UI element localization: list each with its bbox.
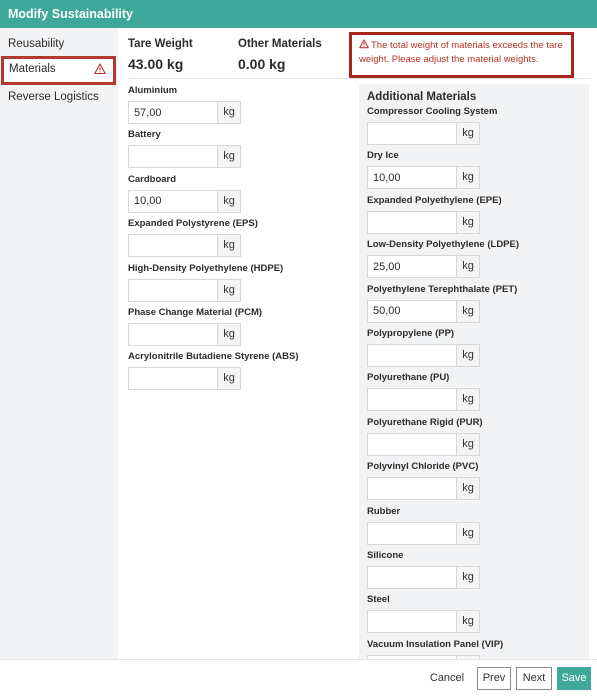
polyethylene-terephthalate-unit: kg	[457, 299, 480, 323]
polypropylene-input[interactable]	[367, 344, 457, 367]
steel-input[interactable]	[367, 610, 457, 634]
high-density-polyethylene-input[interactable]	[128, 278, 218, 302]
acrylonitrile-butadiene-styrene-unit: kg	[218, 367, 241, 391]
sidebar-item-label: Materials	[9, 63, 56, 75]
sidebar-item-reverse-logistics[interactable]: Reverse Logistics	[0, 84, 118, 110]
polyurethane-input[interactable]	[367, 388, 457, 412]
cancel-button[interactable]: Cancel	[425, 667, 469, 690]
weight-exceeded-alert: The total weight of materials exceeds th…	[349, 32, 574, 78]
compressor-cooling-system-unit: kg	[457, 122, 480, 145]
sidebar-item-label: Reverse Logistics	[8, 91, 99, 103]
compressor-cooling-system-input[interactable]	[367, 122, 457, 145]
cardboard-input[interactable]	[128, 189, 218, 213]
polyurethane-label: Polyurethane (PU)	[367, 372, 450, 384]
expanded-polystyrene-label: Expanded Polystyrene (EPS)	[128, 218, 258, 230]
phase-change-material-unit: kg	[218, 323, 241, 346]
low-density-polyethylene-label: Low-Density Polyethylene (LDPE)	[367, 239, 520, 251]
aluminium-unit: kg	[218, 101, 241, 124]
steel-unit: kg	[457, 610, 480, 634]
next-button[interactable]: Next	[516, 667, 552, 690]
polyurethane-unit: kg	[457, 388, 480, 412]
sidebar-item-materials[interactable]: Materials	[1, 56, 116, 85]
battery-label: Battery	[128, 129, 161, 141]
divider	[128, 78, 590, 79]
aluminium-input[interactable]	[128, 101, 218, 124]
polyvinyl-chloride-input[interactable]	[367, 477, 457, 501]
battery-input[interactable]	[128, 145, 218, 169]
cardboard-label: Cardboard	[128, 173, 177, 185]
modal-title: Modify Sustainability	[0, 0, 597, 28]
acrylonitrile-butadiene-styrene-label: Acrylonitrile Butadiene Styrene (ABS)	[128, 351, 299, 363]
silicone-unit: kg	[457, 566, 480, 589]
warning-triangle-icon	[94, 63, 106, 75]
rubber-label: Rubber	[367, 505, 401, 517]
dry-ice-unit: kg	[457, 166, 480, 190]
polyurethane-rigid-unit: kg	[457, 432, 480, 456]
aluminium-label: Aluminium	[128, 85, 178, 96]
vacuum-insulation-panel-label: Vacuum Insulation Panel (VIP)	[367, 638, 504, 650]
tare-weight-value: 43.00 kg	[128, 56, 184, 72]
sidebar-item-label: Reusability	[8, 38, 65, 50]
expanded-polyethylene-input[interactable]	[367, 210, 457, 234]
prev-button[interactable]: Prev	[477, 667, 511, 690]
expanded-polyethylene-label: Expanded Polyethylene (EPE)	[367, 194, 502, 206]
polyurethane-rigid-input[interactable]	[367, 432, 457, 456]
phase-change-material-input[interactable]	[128, 323, 218, 346]
compressor-cooling-system-label: Compressor Cooling System	[367, 106, 498, 117]
battery-unit: kg	[218, 145, 241, 169]
additional-materials-title: Additional Materials	[367, 91, 477, 103]
silicone-label: Silicone	[367, 550, 404, 561]
save-button[interactable]: Save	[557, 667, 591, 690]
polyvinyl-chloride-label: Polyvinyl Chloride (PVC)	[367, 461, 479, 473]
high-density-polyethylene-unit: kg	[218, 278, 241, 302]
polyethylene-terephthalate-label: Polyethylene Terephthalate (PET)	[367, 283, 518, 295]
polypropylene-unit: kg	[457, 344, 480, 367]
expanded-polystyrene-input[interactable]	[128, 234, 218, 258]
high-density-polyethylene-label: High-Density Polyethylene (HDPE)	[128, 262, 284, 274]
expanded-polyethylene-unit: kg	[457, 210, 480, 234]
sidebar: Reusability Materials Reverse Logistics	[0, 28, 118, 659]
other-materials-label: Other Materials	[238, 38, 322, 50]
steel-label: Steel	[367, 594, 390, 606]
acrylonitrile-butadiene-styrene-input[interactable]	[128, 367, 218, 391]
polyethylene-terephthalate-input[interactable]	[367, 299, 457, 323]
sidebar-item-reusability[interactable]: Reusability	[0, 31, 118, 57]
cardboard-unit: kg	[218, 189, 241, 213]
dry-ice-label: Dry Ice	[367, 150, 399, 162]
low-density-polyethylene-input[interactable]	[367, 255, 457, 279]
expanded-polystyrene-unit: kg	[218, 234, 241, 258]
phase-change-material-label: Phase Change Material (PCM)	[128, 307, 263, 318]
polyvinyl-chloride-unit: kg	[457, 477, 480, 501]
alert-message: The total weight of materials exceeds th…	[359, 40, 563, 65]
rubber-unit: kg	[457, 521, 480, 545]
rubber-input[interactable]	[367, 521, 457, 545]
tare-weight-label: Tare Weight	[128, 38, 193, 50]
other-materials-value: 0.00 kg	[238, 56, 286, 72]
dry-ice-input[interactable]	[367, 166, 457, 190]
polypropylene-label: Polypropylene (PP)	[367, 328, 455, 339]
polyurethane-rigid-label: Polyurethane Rigid (PUR)	[367, 416, 483, 428]
silicone-input[interactable]	[367, 566, 457, 589]
low-density-polyethylene-unit: kg	[457, 255, 480, 279]
warning-triangle-icon	[359, 39, 369, 49]
